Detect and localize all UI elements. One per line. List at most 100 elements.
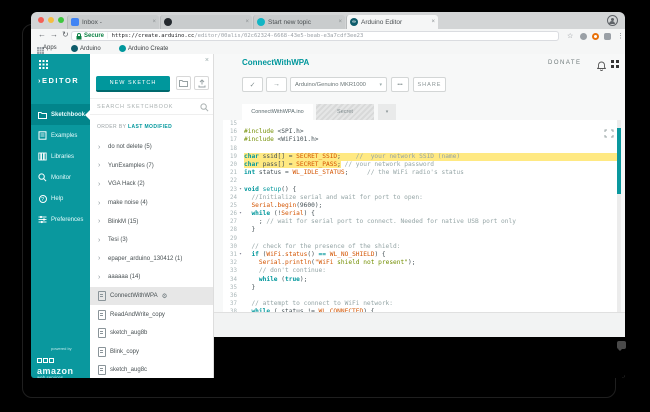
back-icon[interactable]: ← xyxy=(38,30,46,39)
fold-caret-icon[interactable]: ▾ xyxy=(237,251,244,259)
bookmark-arduino[interactable]: Arduino xyxy=(71,45,101,52)
sketch-list-item[interactable]: ›YunExamples (7) xyxy=(90,157,214,176)
browser-tab-github[interactable]: × xyxy=(160,15,252,29)
verify-button[interactable]: ✓ xyxy=(242,77,263,92)
sketch-list-item[interactable]: ›BlinkM (15) xyxy=(90,212,214,231)
tab-close-icon[interactable]: × xyxy=(152,19,156,25)
sketch-list-item[interactable]: ›Tesi (3) xyxy=(90,231,214,250)
aws-logo: powered by amazon web services xyxy=(37,347,74,378)
zoom-window-button[interactable] xyxy=(58,17,64,23)
tab-close-icon[interactable]: × xyxy=(431,19,435,25)
order-by-control[interactable]: ORDER BY LAST MODIFIED xyxy=(97,124,172,130)
more-options-button[interactable]: ••• xyxy=(391,77,409,92)
sketch-item-label: ConnectWithWPA xyxy=(110,293,158,299)
browser-toolbar: ← → ↻ Secure | https://create.arduino.cc… xyxy=(31,29,625,43)
code-token: ) { xyxy=(374,251,385,258)
board-selector[interactable]: Arduino/Genuino MKR1000 ▾ xyxy=(290,77,387,92)
code-token: WL_NO_SHIELD xyxy=(330,251,375,258)
code-token: int xyxy=(244,169,255,176)
bookmark-apps[interactable]: Apps xyxy=(37,45,57,51)
sketch-list-item[interactable]: ›do not delete (5) xyxy=(90,138,214,157)
bookmark-arduino-create[interactable]: Arduino Create xyxy=(119,45,168,52)
browser-tab-arduino-editor[interactable]: ∞ Arduino Editor × xyxy=(346,15,438,29)
panel-close-icon[interactable]: × xyxy=(205,57,209,64)
tab-list-dropdown[interactable]: ▾ xyxy=(378,104,396,120)
chat-bubble-icon[interactable] xyxy=(617,341,626,349)
search-sketchbook-field[interactable]: SEARCH SKETCHBOOK xyxy=(90,98,214,115)
share-button[interactable]: SHARE xyxy=(413,77,446,92)
sidebar-item-help[interactable]: ? Help xyxy=(31,188,90,209)
tab-close-icon[interactable]: × xyxy=(245,19,249,25)
sketch-list-item[interactable]: ›VGA Hack (2) xyxy=(90,175,214,194)
browser-tab-inbox[interactable]: Inbox - × xyxy=(67,15,159,29)
sketch-list-item[interactable]: ›epaper_arduino_130412 (1) xyxy=(90,250,214,269)
browser-window: Inbox - × × Start new topic × ∞ Arduino … xyxy=(31,12,625,378)
browser-tab-start-new-topic[interactable]: Start new topic × xyxy=(253,15,345,29)
line-number: 19 xyxy=(223,153,237,161)
donate-link[interactable]: DONATE xyxy=(548,60,582,66)
notifications-bell-icon[interactable] xyxy=(597,58,606,76)
sidebar-item-preferences[interactable]: Preferences xyxy=(31,209,90,230)
url-host: https://create.arduino.cc xyxy=(112,33,195,39)
sketch-list-item[interactable]: sketch_aug8c xyxy=(90,361,214,378)
code-content: char pass[] = SECRET_PASS; // your netwo… xyxy=(244,161,617,169)
sketch-list-item[interactable]: ConnectWithWPA ⚙ xyxy=(90,287,214,306)
minimize-window-button[interactable] xyxy=(48,17,54,23)
arduino-community-icon[interactable] xyxy=(611,60,614,63)
editor-logo: ›EDITOR xyxy=(38,76,79,85)
sketch-list-item[interactable]: Blink_copy xyxy=(90,343,214,362)
extension-icon-2[interactable] xyxy=(592,33,599,40)
code-token: ); xyxy=(300,276,307,283)
reload-icon[interactable]: ↻ xyxy=(62,30,69,39)
code-token: char xyxy=(244,153,259,160)
line-number: 21 xyxy=(223,169,237,177)
console-panel[interactable] xyxy=(214,312,625,337)
sidebar-item-examples[interactable]: Examples xyxy=(31,125,90,146)
profile-icon[interactable] xyxy=(607,15,618,26)
fold-caret-icon[interactable]: ▾ xyxy=(237,210,244,218)
browser-tabstrip: Inbox - × × Start new topic × ∞ Arduino … xyxy=(31,12,625,29)
tab-secret[interactable]: Secret xyxy=(316,104,374,120)
sidebar-item-label: Examples xyxy=(51,133,77,139)
bookmark-star-icon[interactable]: ☆ xyxy=(567,32,573,40)
sidebar-item-monitor[interactable]: Monitor xyxy=(31,167,90,188)
upload-icon xyxy=(198,79,206,88)
close-window-button[interactable] xyxy=(38,17,44,23)
fold-caret-icon[interactable]: ▾ xyxy=(237,186,244,194)
code-line: 22 xyxy=(223,177,617,185)
sketch-list-item[interactable]: ›make noise (4) xyxy=(90,194,214,213)
apps-grid-icon[interactable] xyxy=(39,60,41,62)
line-number: 34 xyxy=(223,276,237,284)
code-line: 32 Serial.println("WiFi shield not prese… xyxy=(223,259,617,267)
code-editor[interactable]: 1516#include <SPI.h>17#include <WiFi101.… xyxy=(223,120,617,312)
import-folder-button[interactable] xyxy=(176,76,191,90)
order-by-value[interactable]: LAST MODIFIED xyxy=(128,124,172,130)
gear-icon[interactable]: ⚙ xyxy=(162,292,168,300)
forward-icon[interactable]: → xyxy=(50,30,58,39)
sketch-list-item[interactable]: sketch_aug8b xyxy=(90,324,214,343)
chrome-menu-icon[interactable]: ⋮ xyxy=(617,32,624,40)
code-line: 33 // don't continue: xyxy=(223,267,617,275)
code-token: #include xyxy=(244,128,274,135)
sketch-list-item[interactable]: ›aaaaaa (14) xyxy=(90,268,214,287)
upload-sketch-button[interactable] xyxy=(194,76,209,90)
sidebar-item-sketchbook[interactable]: Sketchbook xyxy=(31,104,90,125)
new-sketch-button[interactable]: NEW SKETCH xyxy=(96,76,170,92)
sketch-list-item[interactable]: ReadAndWrite_copy xyxy=(90,305,214,324)
sidebar-item-libraries[interactable]: Libraries xyxy=(31,146,90,167)
fullscreen-icon[interactable] xyxy=(604,125,614,143)
code-token: } xyxy=(244,226,255,233)
extension-icon-1[interactable] xyxy=(580,33,587,40)
upload-button[interactable]: → xyxy=(266,77,287,92)
code-token: // check for the presence of the shield: xyxy=(244,243,400,250)
code-token: setup xyxy=(259,186,281,193)
editor-scrollbar-thumb[interactable] xyxy=(617,128,621,194)
line-number: 37 xyxy=(223,300,237,308)
tab-close-icon[interactable]: × xyxy=(338,19,342,25)
address-bar[interactable]: Secure | https://create.arduino.cc /edit… xyxy=(71,31,559,41)
code-token: begin xyxy=(278,202,297,209)
fold-gutter xyxy=(237,292,244,300)
sidebar-item-label: Sketchbook xyxy=(51,112,85,118)
tab-connectwithwpa-ino[interactable]: ConnectWithWPA.ino xyxy=(242,104,313,120)
extension-icon-3[interactable] xyxy=(604,33,611,40)
